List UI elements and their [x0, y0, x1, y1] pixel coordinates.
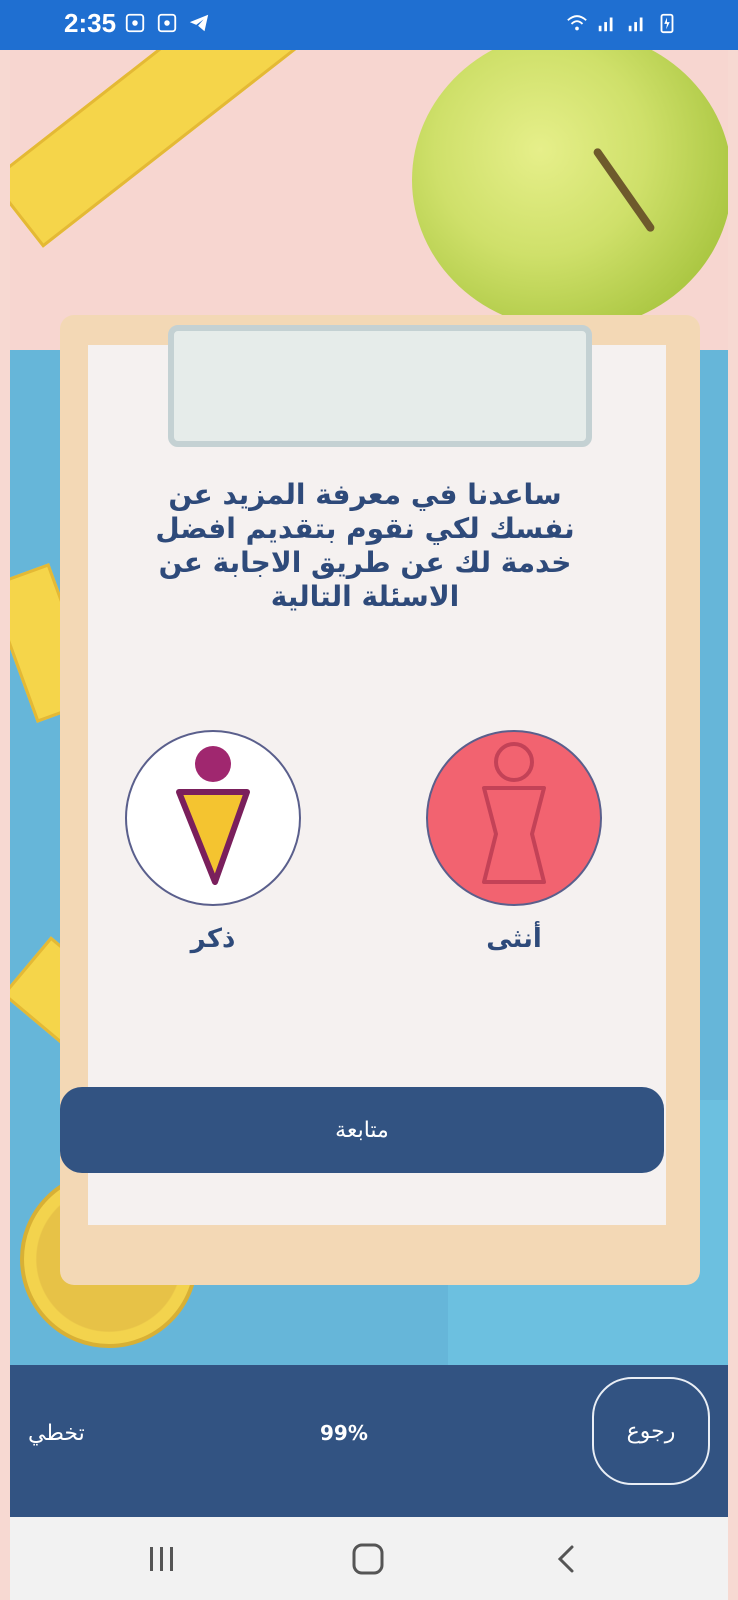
bottom-bar: تخطي 99% رجوع [10, 1365, 728, 1517]
back-button[interactable]: رجوع [592, 1377, 710, 1485]
male-icon [125, 730, 301, 906]
screen-record-icon [157, 13, 177, 33]
status-bar: 2:35 [0, 0, 738, 50]
main-content: ساعدنا في معرفة المزيد عن نفسك لكي نقوم … [10, 50, 728, 1365]
back-icon[interactable] [546, 1537, 590, 1581]
gender-option-male[interactable]: ذكر [125, 730, 301, 970]
recent-apps-icon[interactable] [140, 1537, 184, 1581]
intro-heading: ساعدنا في معرفة المزيد عن نفسك لكي نقوم … [155, 478, 575, 613]
female-icon [426, 730, 602, 906]
system-navigation [10, 1517, 728, 1600]
status-time: 2:35 [64, 8, 117, 38]
wifi-icon [567, 15, 587, 31]
progress-text: 99% [320, 1421, 368, 1445]
gender-label-female: أنثى [486, 924, 542, 954]
battery-charging-icon [660, 13, 674, 34]
signal-icon [598, 17, 613, 32]
gender-option-female[interactable]: أنثى [426, 730, 602, 970]
home-icon[interactable] [346, 1537, 390, 1581]
screen-record-icon [125, 13, 145, 33]
gender-label-male: ذكر [190, 924, 236, 954]
telegram-icon [189, 14, 209, 32]
skip-button[interactable]: تخطي [28, 1421, 85, 1446]
continue-button[interactable]: متابعة [60, 1087, 664, 1173]
signal-icon [628, 17, 643, 32]
clipboard-clip [168, 325, 592, 447]
